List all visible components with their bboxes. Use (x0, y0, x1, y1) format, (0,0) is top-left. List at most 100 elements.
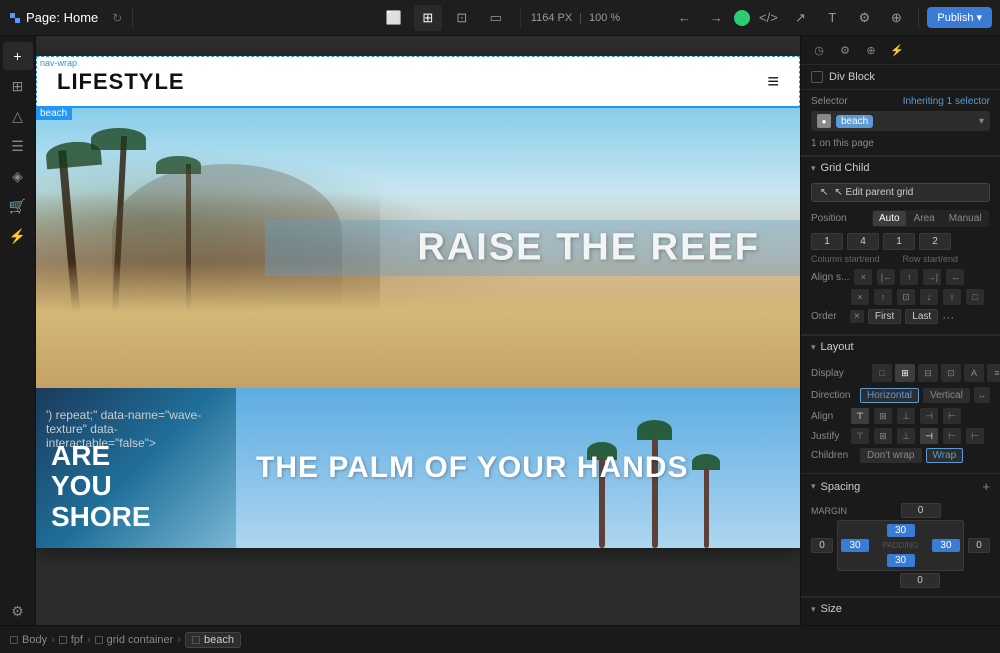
align-stretch-x-btn[interactable]: ↔ (946, 269, 964, 285)
order-x-btn[interactable]: × (850, 310, 864, 323)
padding-bottom-input[interactable] (887, 554, 915, 567)
align-top-btn[interactable]: ↑ (874, 289, 892, 305)
sidebar-item-interactions[interactable]: ⚡ (3, 222, 33, 250)
size-title: Size (821, 603, 842, 615)
tablet-view-btn[interactable]: ▭ (482, 5, 510, 31)
panel-tool-gear[interactable]: ⚙ (833, 39, 857, 61)
frame-view-btn[interactable]: ⬜ (380, 5, 408, 31)
align-base-btn[interactable]: □ (966, 289, 984, 305)
layout-view-btn[interactable]: ⊞ (414, 5, 442, 31)
grid-axis-labels: Column start/end Row start/end (811, 254, 990, 264)
size-header[interactable]: ▾ Size (801, 597, 1000, 620)
sidebar-item-add[interactable]: + (3, 42, 33, 70)
padding-top-input[interactable] (887, 524, 915, 537)
align-self-row: Align s... × |← ↑ →| ↔ (811, 267, 990, 287)
redo-btn[interactable]: → (702, 5, 730, 31)
palm-right-3 (692, 454, 720, 548)
grid-row-end[interactable] (919, 233, 951, 250)
align-mid-btn[interactable]: ⊡ (897, 289, 915, 305)
align-str2-btn[interactable]: ⊣ (920, 408, 938, 424)
grid-child-header[interactable]: ▾ Grid Child (801, 156, 1000, 179)
settings-btn[interactable]: ⚙ (850, 5, 878, 31)
panel-tool-link[interactable]: ⊕ (859, 39, 883, 61)
padding-right-input[interactable] (932, 539, 960, 552)
margin-bottom-input[interactable] (900, 573, 940, 588)
order-last: Last (905, 309, 938, 324)
sidebar-item-ecommerce[interactable]: 🛒 (3, 192, 33, 220)
grid-view-btn[interactable]: ⊡ (448, 5, 476, 31)
breadcrumb-beach[interactable]: beach (185, 632, 241, 648)
align-end-btn[interactable]: ⊥ (897, 408, 915, 424)
breadcrumb-fpf[interactable]: fpf (59, 634, 83, 646)
position-manual-btn[interactable]: Manual (943, 211, 988, 226)
display-block-btn[interactable]: ⊡ (941, 364, 961, 382)
align-base2-btn[interactable]: ⊢ (943, 408, 961, 424)
justify-start-btn[interactable]: ⊤ (851, 428, 869, 444)
margin-left-input[interactable] (811, 538, 833, 553)
position-area-btn[interactable]: Area (908, 211, 941, 226)
sidebar-item-layers[interactable]: ⊞ (3, 72, 33, 100)
selector-box[interactable]: ● beach ▾ (811, 111, 990, 131)
selector-dropdown-icon[interactable]: ▾ (979, 116, 984, 127)
panel-tool-style[interactable]: ◷ (807, 39, 831, 61)
refresh-icon[interactable]: ↻ (112, 11, 122, 25)
spacing-add-btn[interactable]: + (982, 479, 990, 494)
wrap-btn[interactable]: Wrap (926, 448, 964, 463)
no-wrap-btn[interactable]: Don't wrap (860, 448, 922, 463)
layout-header[interactable]: ▾ Layout (801, 335, 1000, 358)
hamburger-icon[interactable]: ≡ (767, 71, 779, 94)
div-block-checkbox[interactable] (811, 71, 823, 83)
position-auto-btn[interactable]: Auto (873, 211, 906, 226)
beach-section[interactable]: beach ⊞ (36, 108, 800, 388)
justify-center-btn[interactable]: ⊞ (874, 428, 892, 444)
export-btn[interactable]: ↗ (786, 5, 814, 31)
code-btn[interactable]: </> (754, 5, 782, 31)
connect-btn[interactable]: ⊕ (882, 5, 910, 31)
spacing-header[interactable]: ▾ Spacing + (801, 474, 1000, 499)
text-btn[interactable]: T (818, 5, 846, 31)
publish-button[interactable]: Publish ▾ (927, 7, 992, 28)
justify-evenly-btn[interactable]: ⊢ (966, 428, 984, 444)
display-none-btn[interactable]: □ (872, 364, 892, 382)
align-center-x-btn[interactable]: ↑ (900, 269, 918, 285)
padding-left-input[interactable] (841, 539, 869, 552)
edit-parent-grid-btn[interactable]: ↖ ↖ Edit parent grid (811, 183, 990, 202)
panel-tool-bolt[interactable]: ⚡ (885, 39, 909, 61)
justify-between-btn[interactable]: ⊣ (920, 428, 938, 444)
align-bot-btn[interactable]: ↓ (920, 289, 938, 305)
align-x2-btn[interactable]: × (851, 289, 869, 305)
align-x-btn[interactable]: × (854, 269, 872, 285)
align-str-btn[interactable]: ↕ (943, 289, 961, 305)
sidebar-item-assets[interactable]: △ (3, 102, 33, 130)
breadcrumb-body[interactable]: Body (10, 634, 47, 646)
justify-around-btn[interactable]: ⊢ (943, 428, 961, 444)
display-flex-btn[interactable]: ⊞ (895, 364, 915, 382)
canvas-area[interactable]: nav-wrap LIFESTYLE ≡ beach ⊞ (36, 36, 800, 625)
breadcrumb-grid[interactable]: grid container (95, 634, 174, 646)
direction-horizontal-btn[interactable]: Horizontal (860, 388, 919, 403)
direction-toggle-btn[interactable]: ↔ (974, 387, 990, 403)
display-inline-block-btn[interactable]: ≡ (987, 364, 1000, 382)
margin-right-input[interactable] (968, 538, 990, 553)
grid-row-start[interactable] (883, 233, 915, 250)
grid-col-end[interactable] (847, 233, 879, 250)
sidebar-item-pages[interactable]: ☰ (3, 132, 33, 160)
inherit-label[interactable]: Inheriting 1 selector (903, 96, 990, 107)
justify-end-btn[interactable]: ⊥ (897, 428, 915, 444)
display-grid-btn[interactable]: ⊟ (918, 364, 938, 382)
grid-col-start[interactable] (811, 233, 843, 250)
sidebar-item-components[interactable]: ◈ (3, 162, 33, 190)
order-more-btn[interactable]: ··· (942, 310, 954, 324)
align-end-x-btn[interactable]: →| (923, 269, 941, 285)
align-center-btn[interactable]: ⊞ (874, 408, 892, 424)
align-start-x-btn[interactable]: |← (877, 269, 895, 285)
display-inline-btn[interactable]: A (964, 364, 984, 382)
sidebar-item-settings[interactable]: ⚙ (3, 597, 33, 625)
align-start-btn[interactable]: ⊤ (851, 408, 869, 424)
sync-status (734, 10, 750, 26)
display-label: Display (811, 368, 866, 379)
order-first: First (868, 309, 901, 324)
undo-btn[interactable]: ← (670, 5, 698, 31)
margin-top-input[interactable] (901, 503, 941, 518)
direction-vertical-btn[interactable]: Vertical (923, 388, 970, 403)
